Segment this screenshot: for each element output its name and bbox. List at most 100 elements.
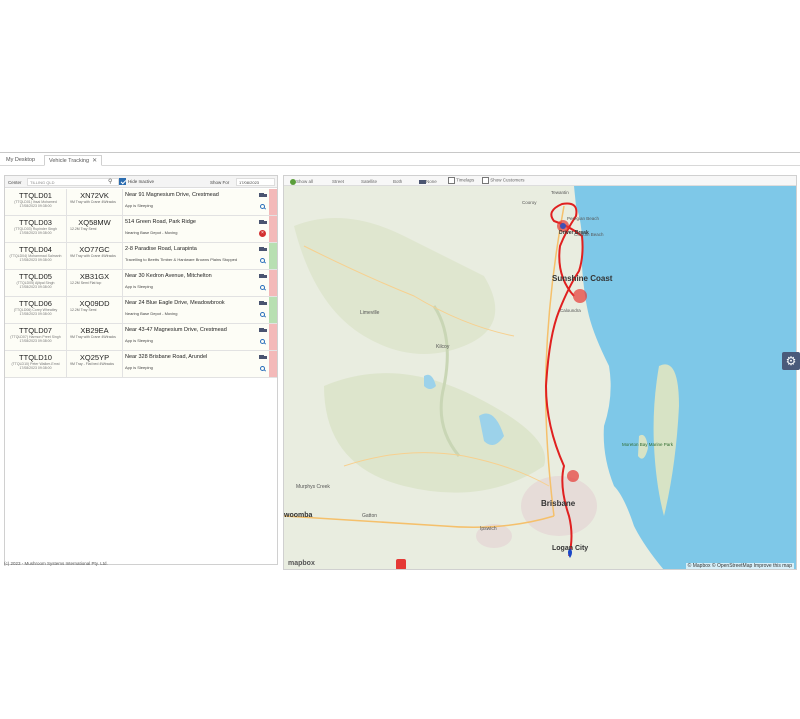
show-customers-checkbox[interactable]: Show Customers xyxy=(482,177,525,184)
vehicle-status: Travelling to Beetts Timber & Hardware B… xyxy=(125,257,238,262)
vehicle-id-cell: TTQLD07 (TTQLD07) Harmon Preet Singh 17/08… xyxy=(5,324,67,350)
gear-icon[interactable]: ⚙ xyxy=(782,352,800,370)
satellite-option[interactable]: Satellite xyxy=(361,179,377,184)
tab-bar: My Desktop Vehicle Tracking ✕ xyxy=(0,153,800,166)
location-cell: 2-8 Paradise Road, Larapinta Travelling t… xyxy=(123,243,257,269)
vehicle-id-cell: TTQLD01 (TTQLD01) Ihsai Mohamed 17/08/2023… xyxy=(5,189,67,215)
label-driver-break: Driver Break xyxy=(559,230,589,236)
map-canvas[interactable]: Sunshine Coast Brisbane Logan City Limev… xyxy=(284,186,796,570)
plate-cell: XN72VK 9M Tray with Crane 4Wtracks xyxy=(67,189,123,215)
location-cell: Near 43-47 Magnesium Drive, Crestmead App… xyxy=(123,324,257,350)
truck-icon[interactable] xyxy=(259,193,267,198)
alert-icon[interactable]: × xyxy=(259,230,266,237)
vehicle-id: TTQLD06 xyxy=(19,299,52,308)
plate-number: XB29EA xyxy=(80,326,109,335)
tab-vehicle-tracking[interactable]: Vehicle Tracking ✕ xyxy=(44,155,103,166)
close-icon[interactable]: ✕ xyxy=(92,158,97,164)
street-option[interactable]: Street xyxy=(332,179,344,184)
action-cell xyxy=(257,297,269,323)
show-all-option[interactable]: Show all xyxy=(290,179,313,185)
search-icon[interactable] xyxy=(260,204,265,209)
both-option[interactable]: Both xyxy=(393,179,402,184)
table-row[interactable]: TTQLD01 (TTQLD01) Ihsai Mohamed 17/08/2023… xyxy=(5,189,277,216)
status-strip xyxy=(269,297,277,323)
search-icon[interactable] xyxy=(260,285,265,290)
table-row[interactable]: TTQLD05 (TTQLD05) Ajitpal Singh 17/08/2023… xyxy=(5,270,277,297)
app-window: My Desktop Vehicle Tracking ✕ Center TILL… xyxy=(0,152,800,570)
checkbox-icon[interactable] xyxy=(482,177,489,184)
hide-inactive-checkbox[interactable]: Hide Inactive xyxy=(119,178,154,185)
table-row[interactable]: TTQLD10 (TTQLD10) Peter Walker-Ernst 17/08… xyxy=(5,351,277,378)
last-update-time: 17/08/2023 09:38:00 xyxy=(19,339,52,343)
mapbox-logo: mapbox xyxy=(288,560,315,567)
checkbox-icon[interactable] xyxy=(448,177,455,184)
search-icon[interactable] xyxy=(260,366,265,371)
stop-marker xyxy=(560,223,566,229)
plate-number: XN72VK xyxy=(80,191,109,200)
label-moreton-bay: Moreton Bay Marine Park xyxy=(622,442,674,447)
vehicle-status: Nearing Base Depot - Moving xyxy=(125,311,178,316)
location-cell: Near 24 Blue Eagle Drive, Meadowbrook Nea… xyxy=(123,297,257,323)
center-input[interactable]: TILLING QLD xyxy=(27,178,119,186)
date-input[interactable]: 17/08/2023 xyxy=(236,178,275,186)
show-all-label: Show all xyxy=(296,179,314,185)
table-row[interactable]: TTQLD04 (TTQLD04) Mohammad Salmanh 17/08/2… xyxy=(5,243,277,270)
table-row[interactable]: TTQLD07 (TTQLD07) Harmon Preet Singh 17/08… xyxy=(5,324,277,351)
alert-marker[interactable] xyxy=(396,559,406,570)
last-update-time: 17/08/2023 09:38:00 xyxy=(19,231,52,235)
show-customers-label: Show Customers xyxy=(490,177,525,183)
last-update-time: 17/08/2023 09:38:00 xyxy=(19,366,52,370)
checkbox-icon[interactable] xyxy=(119,178,126,185)
search-icon[interactable] xyxy=(260,312,265,317)
search-icon[interactable]: ⚲ xyxy=(108,178,112,185)
truck-icon[interactable] xyxy=(259,328,267,333)
truck-icon[interactable] xyxy=(259,355,267,360)
label-gatton: Gatton xyxy=(362,513,377,519)
truck-icon[interactable] xyxy=(259,247,267,252)
table-row[interactable]: TTQLD06 (TTQLD06) Corey Wheatley 17/08/202… xyxy=(5,297,277,324)
timelaps-label: Timelaps xyxy=(456,177,475,183)
none-option[interactable]: None xyxy=(419,179,437,184)
search-icon[interactable] xyxy=(260,339,265,344)
center-label: Center xyxy=(8,180,22,185)
plate-number: XO77GC xyxy=(79,245,110,254)
plate-number: XB31GX xyxy=(79,272,110,281)
vehicle-id-cell: TTQLD04 (TTQLD04) Mohammad Salmanh 17/08/2… xyxy=(5,243,67,269)
map-attribution[interactable]: © Mapbox © OpenStreetMap Improve this ma… xyxy=(685,563,794,569)
plate-number: XQ25YP xyxy=(79,353,110,362)
vehicle-id: TTQLD10 xyxy=(19,353,52,362)
plate-cell: XQ58MW 12.2M Tray Semi xyxy=(67,216,123,242)
label-kilcoy: Kilcoy xyxy=(436,344,450,350)
vehicle-id: TTQLD01 xyxy=(19,191,52,200)
plate-cell: XQ25YP 9M Tray - Flat bed 4Wtracks xyxy=(67,351,123,377)
label-peregian: Peregian Beach xyxy=(567,216,600,221)
vehicle-status: App is Sleeping xyxy=(125,365,153,370)
label-limeville: Limeville xyxy=(360,310,380,316)
location-cell: Near 91 Magnesium Drive, Crestmead App is… xyxy=(123,189,257,215)
label-cooroy: Cooroy xyxy=(522,200,537,205)
truck-icon[interactable] xyxy=(259,301,267,306)
search-icon[interactable] xyxy=(260,258,265,263)
vehicle-location: Near 24 Blue Eagle Drive, Meadowbrook xyxy=(125,300,225,306)
vehicle-location: 514 Green Road, Park Ridge xyxy=(125,219,196,225)
vehicle-location: Near 43-47 Magnesium Drive, Crestmead xyxy=(125,327,227,333)
plate-cell: XB31GX 12.2M Semi Flat top xyxy=(67,270,123,296)
vehicle-description: 9M Tray with Crane 4Wtracks xyxy=(70,254,116,258)
vehicle-description: 12.2M Semi Flat top xyxy=(70,281,102,285)
label-sunshine-coast: Sunshine Coast xyxy=(552,274,613,283)
truck-icon[interactable] xyxy=(259,220,267,225)
last-update-time: 17/08/2023 09:38:00 xyxy=(19,312,52,316)
action-cell xyxy=(257,189,269,215)
vehicle-description: 9M Tray with Crane 4Wtracks xyxy=(70,200,116,204)
status-strip xyxy=(269,270,277,296)
action-cell: × xyxy=(257,216,269,242)
action-cell xyxy=(257,324,269,350)
plate-cell: XB29EA 9M Tray with Crane 4Wtracks xyxy=(67,324,123,350)
truck-icon[interactable] xyxy=(259,274,267,279)
tab-my-desktop[interactable]: My Desktop xyxy=(2,155,39,166)
status-strip xyxy=(269,189,277,215)
label-logan-city: Logan City xyxy=(552,545,588,552)
action-cell xyxy=(257,243,269,269)
table-row[interactable]: TTQLD03 (TTQLD03) Rupinder Singh 17/08/202… xyxy=(5,216,277,243)
timelaps-checkbox[interactable]: Timelaps xyxy=(448,177,474,184)
